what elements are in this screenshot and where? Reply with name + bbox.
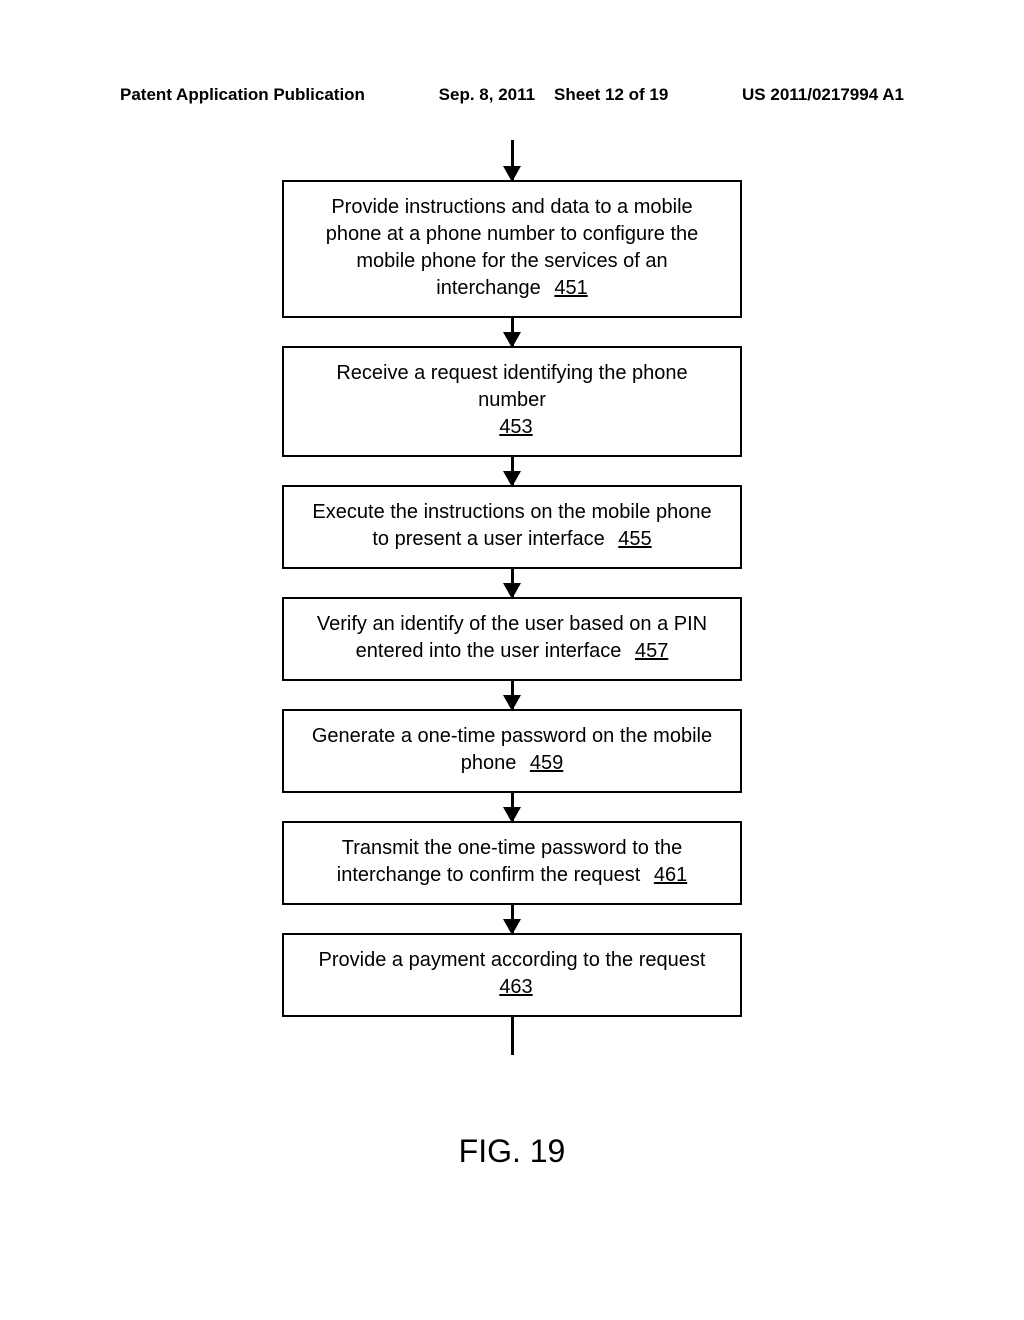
step-ref: 461 (654, 864, 687, 886)
flowchart: Provide instructions and data to a mobil… (0, 140, 1024, 1055)
figure-label: FIG. 19 (0, 1133, 1024, 1170)
step-ref: 463 (499, 976, 532, 998)
step-ref: 455 (618, 528, 651, 550)
step-box-461: Transmit the one-time password to the in… (282, 821, 742, 905)
step-box-455: Execute the instructions on the mobile p… (282, 485, 742, 569)
arrow (511, 569, 514, 597)
arrow (511, 793, 514, 821)
step-text: Transmit the one-time password to the in… (337, 837, 683, 886)
step-box-453: Receive a request identifying the phone … (282, 346, 742, 457)
arrow (511, 318, 514, 346)
arrow-in (511, 140, 514, 180)
step-text: Provide instructions and data to a mobil… (326, 196, 699, 299)
step-ref: 457 (635, 640, 668, 662)
header-date: Sep. 8, 2011 (439, 85, 535, 104)
arrow (511, 905, 514, 933)
page-header: Patent Application Publication Sep. 8, 2… (120, 85, 904, 105)
step-text: Execute the instructions on the mobile p… (312, 501, 711, 550)
arrow (511, 457, 514, 485)
step-ref: 459 (530, 752, 563, 774)
step-ref: 451 (554, 277, 587, 299)
step-box-463: Provide a payment according to the reque… (282, 933, 742, 1017)
arrow-out (511, 1017, 514, 1055)
step-box-459: Generate a one-time password on the mobi… (282, 709, 742, 793)
header-left: Patent Application Publication (120, 85, 365, 105)
step-text: Provide a payment according to the reque… (319, 949, 706, 971)
header-sheet: Sheet 12 of 19 (554, 85, 668, 104)
header-mid: Sep. 8, 2011 Sheet 12 of 19 (439, 85, 669, 105)
step-text: Generate a one-time password on the mobi… (312, 725, 712, 774)
step-text: Receive a request identifying the phone … (336, 362, 687, 411)
patent-page: Patent Application Publication Sep. 8, 2… (0, 0, 1024, 1320)
arrow (511, 681, 514, 709)
step-box-451: Provide instructions and data to a mobil… (282, 180, 742, 318)
header-docnum: US 2011/0217994 A1 (742, 85, 904, 105)
step-ref: 453 (499, 416, 532, 438)
step-box-457: Verify an identify of the user based on … (282, 597, 742, 681)
